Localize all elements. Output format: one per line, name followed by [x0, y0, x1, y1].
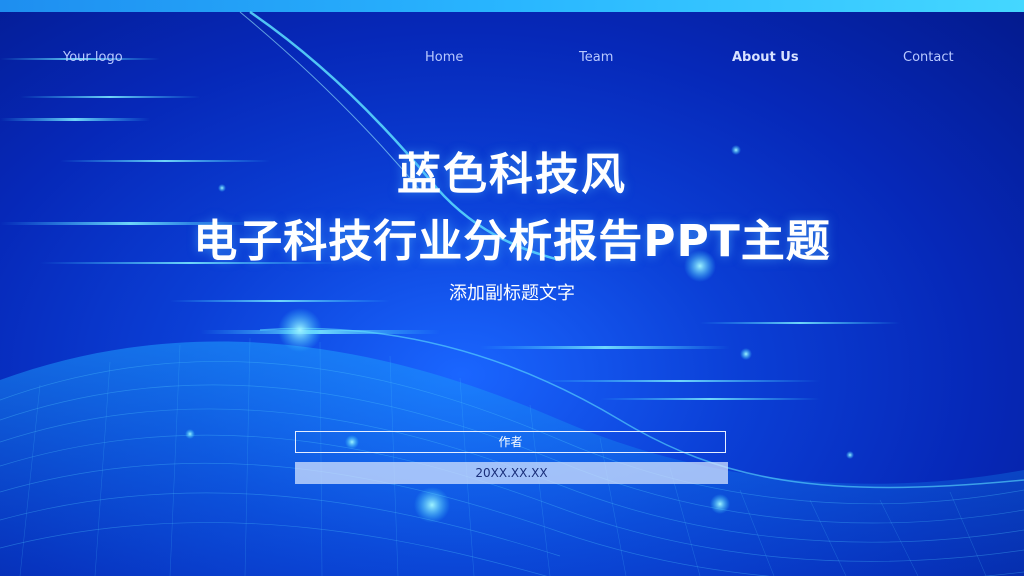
nav-item-contact[interactable]: Contact	[903, 50, 954, 65]
nav-item-home[interactable]: Home	[425, 50, 463, 65]
date-box: 20XX.XX.XX	[295, 462, 728, 484]
nav-item-team[interactable]: Team	[579, 50, 613, 65]
main-title-line-1: 蓝色科技风	[397, 149, 627, 200]
top-navigation: Your logo Home Team About Us Contact	[0, 50, 1024, 70]
author-box: 作者	[295, 431, 726, 453]
subtitle: 添加副标题文字	[449, 283, 575, 304]
nav-item-about-us[interactable]: About Us	[732, 50, 799, 65]
main-title-line-2: 电子科技行业分析报告PPT主题	[193, 216, 831, 267]
logo-text[interactable]: Your logo	[63, 50, 123, 65]
